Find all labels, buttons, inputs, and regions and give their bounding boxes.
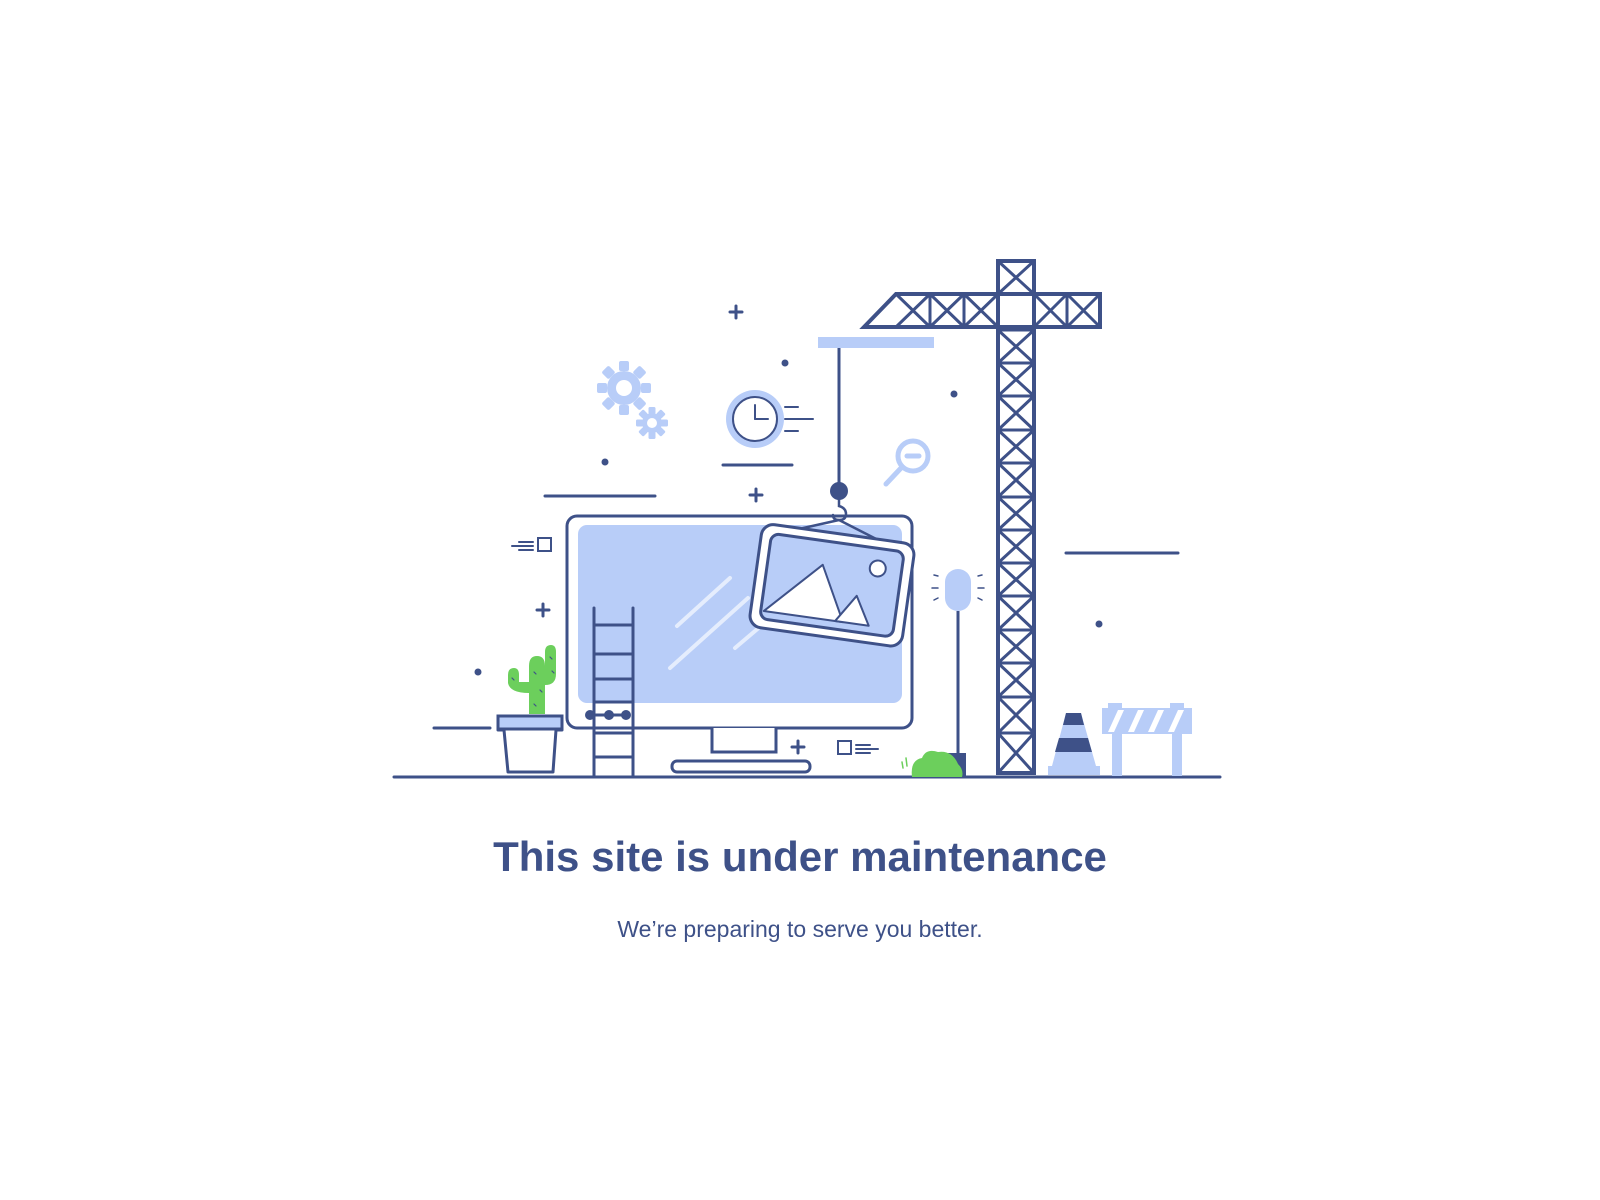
traffic-cone-icon (1048, 713, 1100, 775)
maintenance-illustration (392, 259, 1222, 779)
page-subtitle: We’re preparing to serve you better. (617, 916, 983, 942)
clock-icon (726, 390, 814, 448)
cactus-icon (496, 645, 564, 774)
lamp-icon (931, 569, 985, 777)
magnifier-icon (883, 438, 931, 487)
page-title: This site is under maintenance (493, 833, 1107, 880)
crane-hook-ball (830, 482, 848, 500)
barrier-icon (1102, 703, 1192, 776)
crane-trolley (818, 337, 934, 348)
maintenance-page: This site is under maintenance We’re pre… (0, 0, 1600, 1200)
gears-icon (597, 361, 668, 439)
